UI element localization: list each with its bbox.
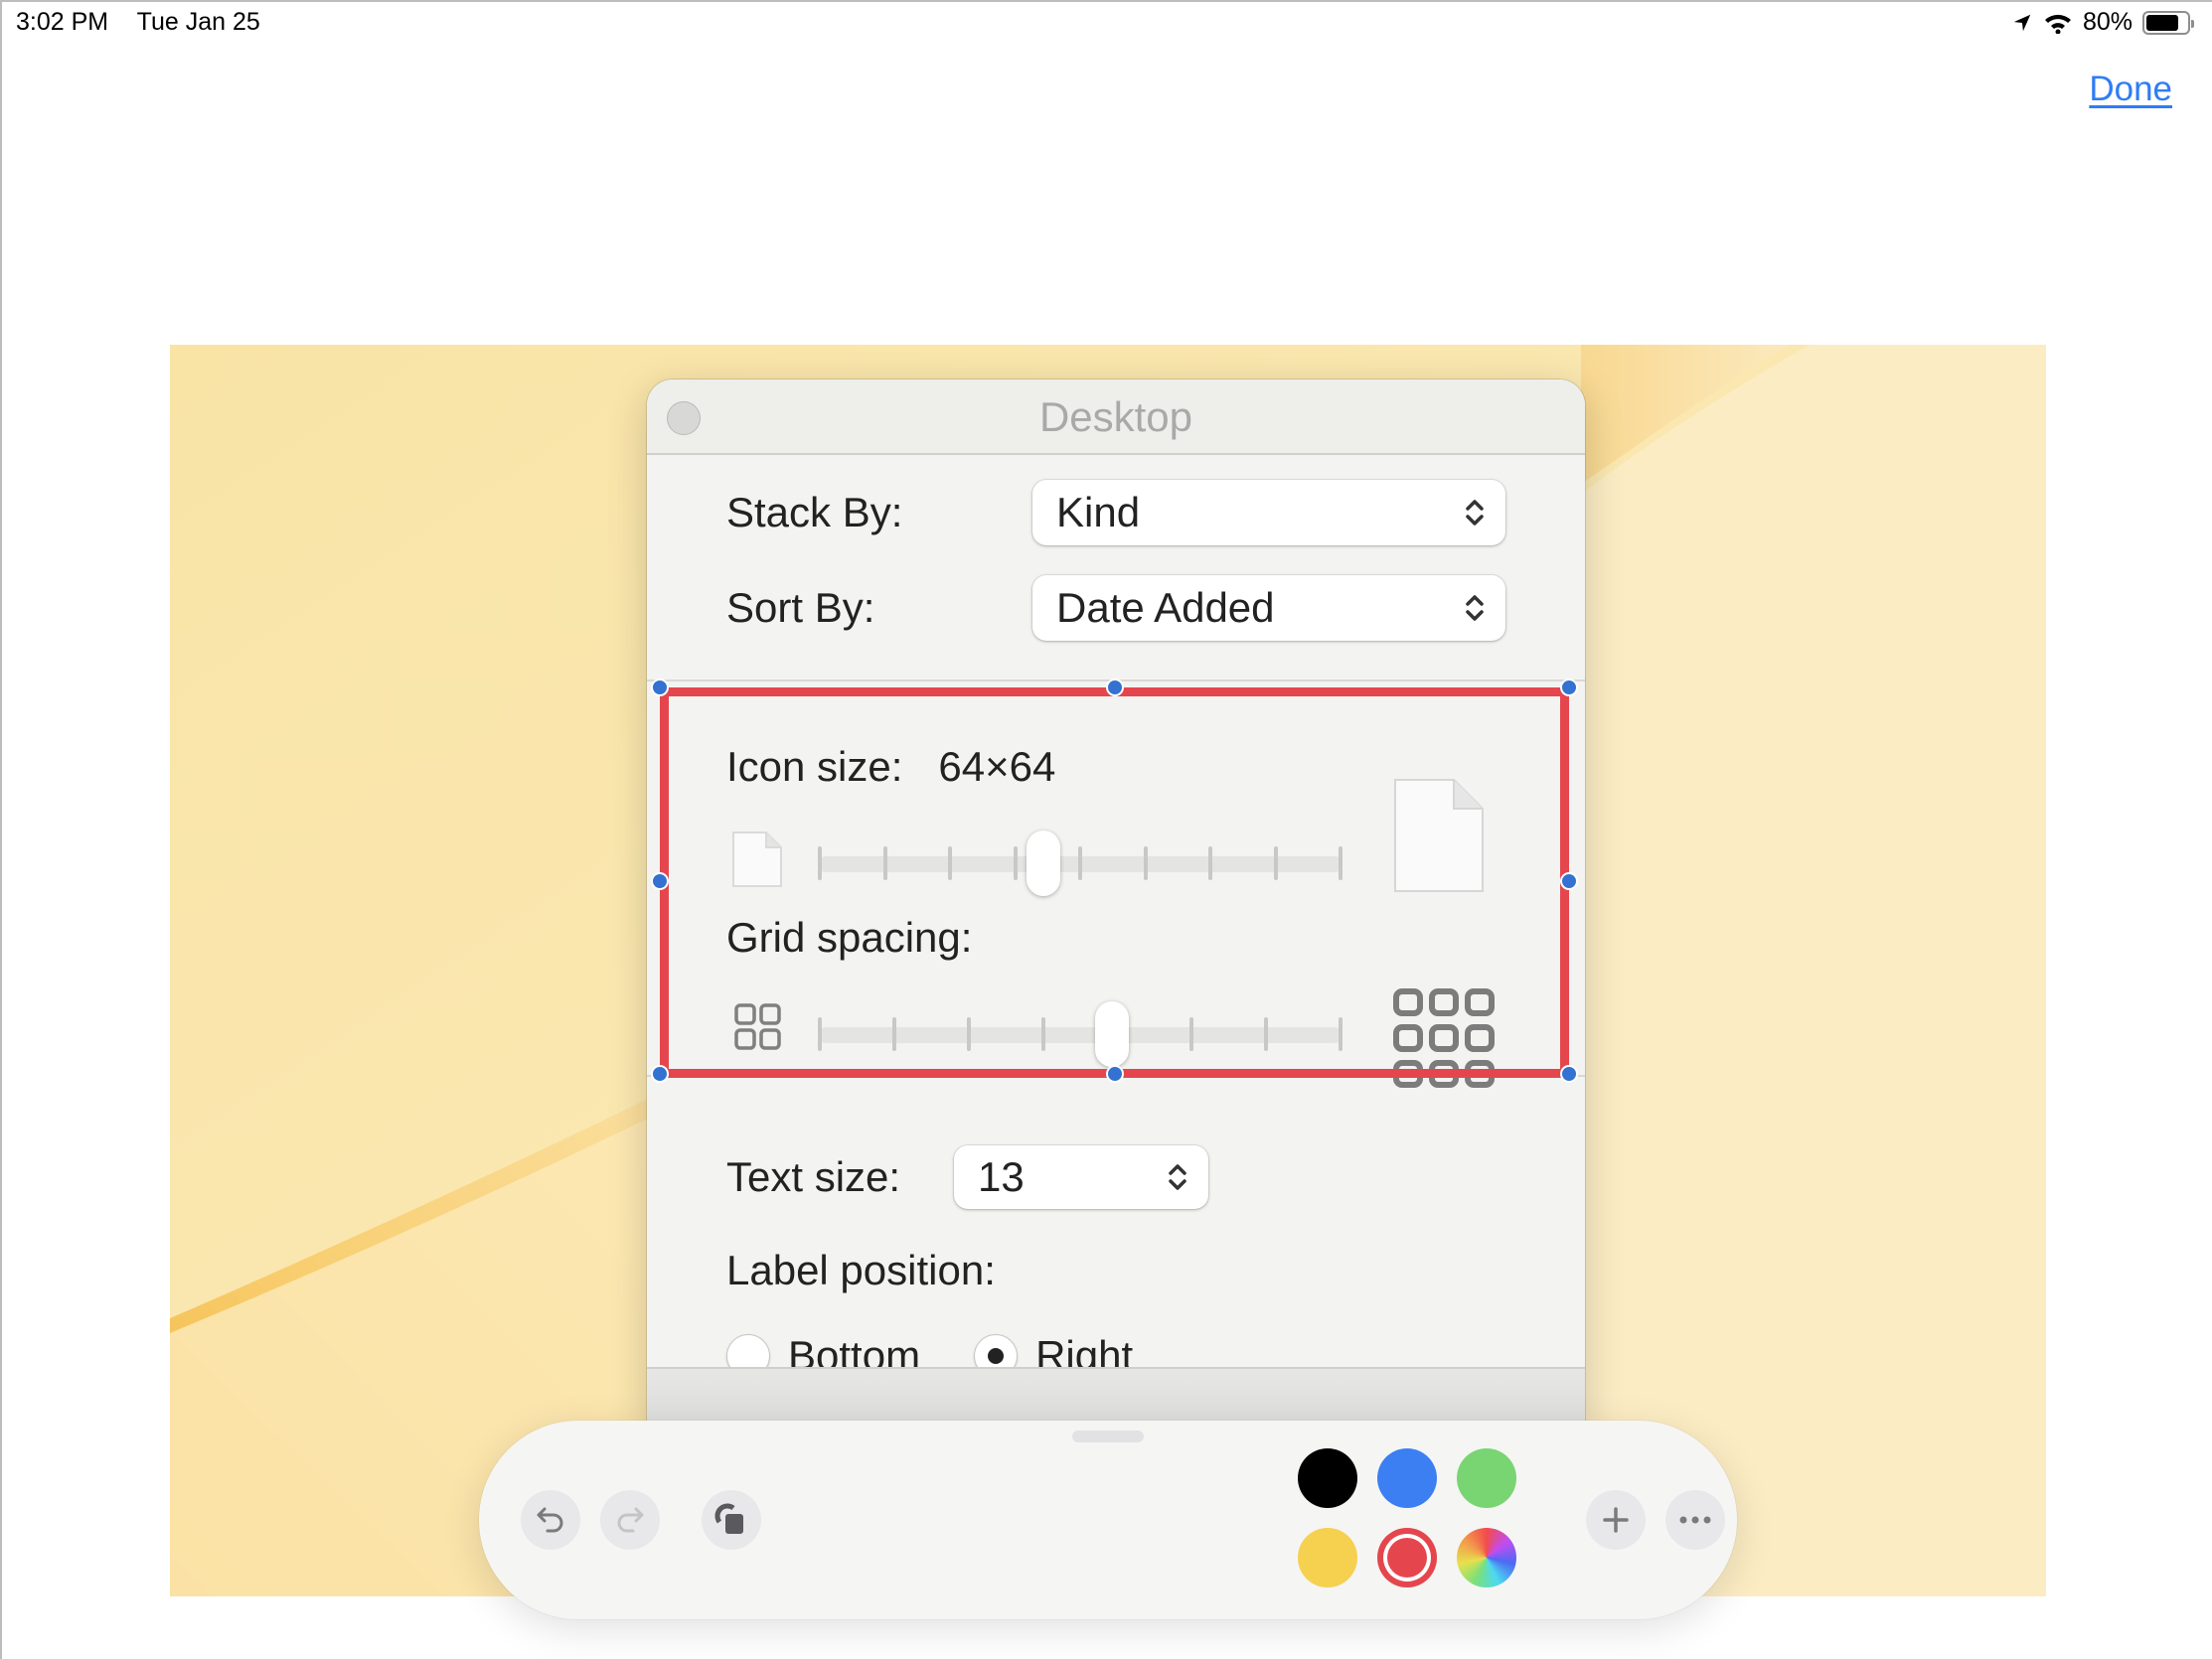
resize-handle-bottom-right[interactable] xyxy=(1560,1065,1578,1083)
status-time: 3:02 PM xyxy=(16,8,109,36)
chevron-updown-icon xyxy=(1466,595,1484,621)
battery-icon xyxy=(2142,10,2194,35)
chevron-updown-icon xyxy=(1466,500,1484,526)
plus-icon xyxy=(1603,1507,1629,1533)
sort-by-label: Sort By: xyxy=(726,584,875,631)
resize-handle-left[interactable] xyxy=(651,872,669,890)
resize-handle-bottom[interactable] xyxy=(1106,1065,1124,1083)
status-bar-left: 3:02 PM Tue Jan 25 xyxy=(16,8,282,37)
add-button[interactable] xyxy=(1586,1490,1646,1550)
sort-by-select[interactable]: Date Added xyxy=(1032,575,1505,641)
resize-handle-right[interactable] xyxy=(1560,872,1578,890)
color-swatch-green[interactable] xyxy=(1457,1448,1516,1508)
ellipsis-icon xyxy=(1679,1516,1711,1524)
text-size-label: Text size: xyxy=(726,1153,901,1200)
status-bar-right: 80% xyxy=(2011,8,2194,37)
toolbar-grabber[interactable] xyxy=(1072,1431,1144,1442)
battery-percent: 80% xyxy=(2082,8,2133,36)
color-swatch-blue[interactable] xyxy=(1377,1448,1437,1508)
wifi-icon xyxy=(2044,14,2071,34)
window-titlebar: Desktop xyxy=(647,379,1585,455)
color-swatch-yellow[interactable] xyxy=(1298,1528,1357,1587)
shape-layers-icon xyxy=(714,1503,743,1534)
screenshot-canvas[interactable]: Desktop Stack By: Kind Sort By: Date Add… xyxy=(170,345,2046,1596)
text-size-select[interactable]: 13 xyxy=(954,1145,1208,1209)
window-title: Desktop xyxy=(1038,393,1193,440)
text-size-value: 13 xyxy=(978,1153,1025,1200)
redo-button[interactable] xyxy=(600,1490,660,1550)
markup-rectangle[interactable] xyxy=(660,687,1569,1078)
battery-fill xyxy=(2146,14,2178,31)
redo-icon xyxy=(617,1507,644,1533)
color-swatch-color-picker[interactable] xyxy=(1457,1528,1516,1587)
markup-toolbar xyxy=(479,1421,1737,1619)
done-button[interactable]: Done xyxy=(2089,70,2172,109)
color-swatch-black[interactable] xyxy=(1298,1448,1357,1508)
sort-by-value: Date Added xyxy=(1056,584,1275,631)
color-swatch-red[interactable] xyxy=(1377,1528,1437,1587)
shapes-button[interactable] xyxy=(702,1490,761,1550)
more-button[interactable] xyxy=(1665,1490,1725,1550)
resize-handle-top-right[interactable] xyxy=(1560,679,1578,696)
resize-handle-bottom-left[interactable] xyxy=(651,1065,669,1083)
label-position-label: Label position: xyxy=(726,1247,996,1293)
chevron-updown-icon xyxy=(1169,1164,1186,1190)
resize-handle-top-left[interactable] xyxy=(651,679,669,696)
status-date: Tue Jan 25 xyxy=(136,8,260,36)
location-arrow-icon xyxy=(2013,14,2031,31)
stack-by-value: Kind xyxy=(1056,489,1141,535)
stack-by-select[interactable]: Kind xyxy=(1032,480,1505,545)
undo-icon xyxy=(537,1507,563,1533)
radio-dot xyxy=(988,1348,1005,1364)
undo-button[interactable] xyxy=(521,1490,580,1550)
stack-by-label: Stack By: xyxy=(726,489,903,535)
resize-handle-top[interactable] xyxy=(1106,679,1124,696)
